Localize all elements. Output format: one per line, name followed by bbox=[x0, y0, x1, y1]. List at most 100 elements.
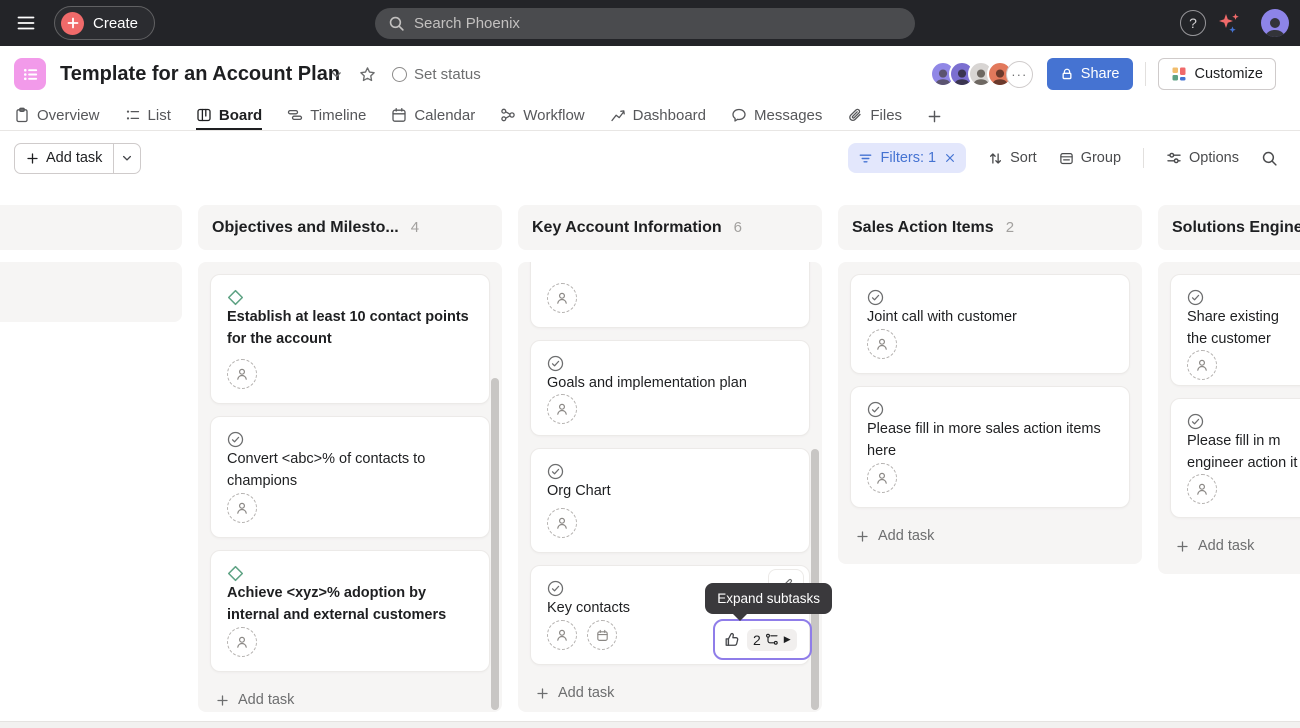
task-card[interactable]: Joint call with customer bbox=[850, 274, 1130, 374]
column-header[interactable]: Objectives and Milesto...4 bbox=[198, 205, 502, 250]
user-avatar[interactable] bbox=[1261, 9, 1289, 37]
create-button[interactable]: Create bbox=[54, 6, 155, 40]
person-icon bbox=[874, 470, 890, 486]
add-task-button[interactable]: Add task bbox=[15, 144, 113, 173]
group-button[interactable]: Group bbox=[1059, 150, 1121, 166]
task-title-line: the customer bbox=[1187, 328, 1300, 350]
task-card[interactable]: Establish at least 10 contact points for… bbox=[210, 274, 490, 404]
column-header[interactable]: Key Account Information6 bbox=[518, 205, 822, 250]
set-status-button[interactable]: Set status bbox=[392, 66, 481, 83]
create-plus-icon bbox=[61, 12, 84, 35]
tab-list[interactable]: List bbox=[125, 102, 171, 130]
title-chevron-down-icon[interactable] bbox=[330, 68, 343, 81]
task-title-text: Please fill in more sales action items h… bbox=[867, 421, 1101, 459]
page-title[interactable]: Template for an Account Plan bbox=[60, 46, 340, 102]
person-icon bbox=[554, 627, 570, 643]
task-card[interactable]: Org Chart bbox=[530, 448, 810, 553]
assignee-placeholder[interactable] bbox=[227, 627, 257, 657]
task-card[interactable]: Please fill in m engineer action it bbox=[1170, 398, 1300, 518]
task-title: Convert <abc>% of contacts to champions bbox=[227, 431, 473, 492]
task-card[interactable]: Please fill in more sales action items h… bbox=[850, 386, 1130, 508]
search-input[interactable]: Search Phoenix bbox=[375, 8, 915, 39]
board-canvas: Objectives and Milesto...4 Establish at l… bbox=[0, 196, 1300, 721]
assignee-placeholder[interactable] bbox=[227, 359, 257, 389]
milestone-diamond-icon bbox=[227, 565, 473, 582]
column-add-task-button[interactable]: Add task bbox=[210, 684, 490, 712]
hamburger-menu-icon[interactable] bbox=[14, 11, 38, 35]
assignee-placeholder[interactable] bbox=[867, 463, 897, 493]
assignee-placeholder[interactable] bbox=[547, 394, 577, 424]
sort-icon bbox=[988, 151, 1003, 166]
column-scrollbar[interactable] bbox=[811, 449, 819, 710]
assignee-placeholder[interactable] bbox=[1187, 350, 1217, 380]
divider bbox=[1143, 148, 1144, 168]
thumbs-up-button[interactable] bbox=[723, 631, 740, 648]
task-meta-row bbox=[1187, 350, 1300, 380]
column-header[interactable]: Solutions Enginee bbox=[1158, 205, 1300, 250]
column-header[interactable] bbox=[0, 205, 182, 250]
due-date-placeholder[interactable] bbox=[587, 620, 617, 650]
column-scrollbar[interactable] bbox=[491, 378, 499, 710]
task-title-text: engineer action it bbox=[1187, 455, 1297, 471]
assignee-placeholder[interactable] bbox=[867, 329, 897, 359]
messages-icon bbox=[731, 107, 747, 123]
column-count: 2 bbox=[1006, 219, 1014, 236]
task-meta-row bbox=[227, 359, 473, 389]
tab-workflow[interactable]: Workflow bbox=[500, 102, 584, 130]
column-title: Sales Action Items bbox=[852, 219, 994, 237]
board-icon bbox=[196, 107, 212, 123]
expand-triangle-icon: ▶ bbox=[784, 635, 791, 644]
filters-chip[interactable]: Filters: 1 bbox=[848, 143, 967, 173]
task-title-text: the customer bbox=[1187, 331, 1271, 347]
tab-calendar[interactable]: Calendar bbox=[391, 102, 475, 130]
column-header[interactable]: Sales Action Items 2 bbox=[838, 205, 1142, 250]
sort-button[interactable]: Sort bbox=[988, 150, 1037, 166]
star-icon[interactable] bbox=[359, 66, 376, 83]
help-icon[interactable]: ? bbox=[1180, 10, 1206, 36]
task-title-text: Org Chart bbox=[547, 483, 611, 499]
task-card[interactable]: Convert <abc>% of contacts to champions bbox=[210, 416, 490, 538]
task-check-icon bbox=[867, 289, 1113, 306]
board-search-button[interactable] bbox=[1261, 150, 1278, 167]
tab-board[interactable]: Board bbox=[196, 102, 262, 130]
more-members-button[interactable]: ··· bbox=[1006, 61, 1033, 88]
add-tab-button[interactable] bbox=[927, 102, 942, 130]
add-task-dropdown[interactable] bbox=[114, 144, 140, 173]
horizontal-scrollbar[interactable] bbox=[0, 721, 1300, 728]
project-list-icon[interactable] bbox=[14, 58, 46, 90]
assignee-placeholder[interactable] bbox=[547, 620, 577, 650]
tab-overview[interactable]: Overview bbox=[14, 102, 100, 130]
files-icon bbox=[847, 107, 863, 123]
options-button[interactable]: Options bbox=[1166, 150, 1239, 166]
task-card[interactable]: Key contacts2▶ bbox=[530, 565, 810, 665]
tab-messages[interactable]: Messages bbox=[731, 102, 822, 130]
tab-timeline[interactable]: Timeline bbox=[287, 102, 366, 130]
column-add-task-button[interactable]: Add task bbox=[850, 520, 1130, 552]
column-add-task-button[interactable]: Add task bbox=[530, 677, 810, 709]
task-meta-row bbox=[227, 627, 473, 657]
assignee-placeholder[interactable] bbox=[227, 493, 257, 523]
search-icon bbox=[388, 15, 405, 32]
expand-subtasks-button[interactable]: 2▶ bbox=[747, 629, 797, 651]
tab-files[interactable]: Files bbox=[847, 102, 902, 130]
member-avatar-stack[interactable]: ··· bbox=[930, 61, 1033, 88]
clear-filters-icon[interactable] bbox=[944, 152, 956, 164]
assignee-placeholder[interactable] bbox=[1187, 474, 1217, 504]
task-title-text: Please fill in m bbox=[1187, 433, 1280, 449]
share-button[interactable]: Share bbox=[1047, 58, 1133, 90]
share-lock-icon bbox=[1060, 67, 1074, 81]
tab-dashboard[interactable]: Dashboard bbox=[610, 102, 706, 130]
ai-sparkle-icon[interactable] bbox=[1215, 10, 1243, 36]
task-meta-row bbox=[547, 394, 793, 424]
person-icon bbox=[554, 290, 570, 306]
task-card[interactable]: Share existingthe customer bbox=[1170, 274, 1300, 386]
task-card[interactable]: Achieve <xyz>% adoption by internal and … bbox=[210, 550, 490, 672]
customize-button[interactable]: Customize bbox=[1158, 58, 1277, 90]
task-card[interactable]: Goals and implementation plan bbox=[530, 340, 810, 436]
assignee-placeholder[interactable] bbox=[547, 283, 577, 313]
task-card[interactable] bbox=[530, 262, 810, 328]
task-meta-row bbox=[227, 493, 473, 523]
column-add-task-button[interactable]: Add task bbox=[1170, 530, 1300, 562]
plus-icon bbox=[26, 152, 39, 165]
assignee-placeholder[interactable] bbox=[547, 508, 577, 538]
